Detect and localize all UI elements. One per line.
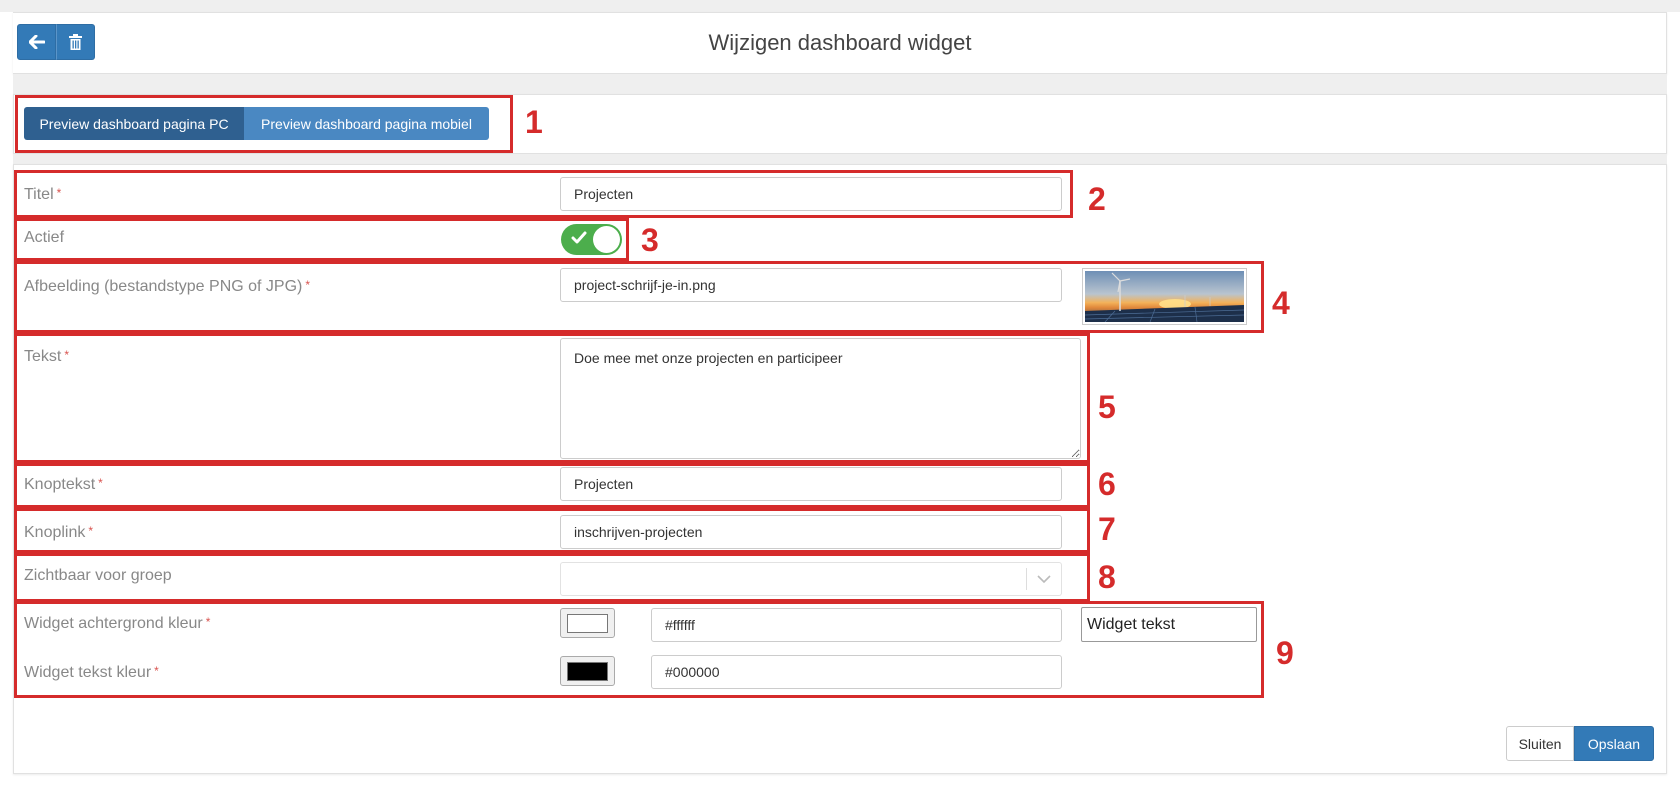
text-color-picker[interactable] (560, 656, 615, 686)
required-marker: * (98, 476, 103, 490)
button-text-input[interactable]: Projecten (560, 467, 1062, 501)
annotation-number-4: 4 (1272, 285, 1290, 321)
page-title: Wijzigen dashboard widget (708, 30, 972, 55)
required-marker: * (154, 664, 159, 678)
required-marker: * (205, 615, 211, 629)
wind-turbine-solar-image (1084, 271, 1245, 323)
visible-group-label: Zichtbaar voor groep (24, 567, 172, 584)
annotation-number-9: 9 (1276, 635, 1294, 671)
bg-color-picker[interactable] (560, 608, 615, 638)
title-label: Titel * (24, 186, 62, 203)
image-input[interactable]: project-schrijf-je-in.png (560, 268, 1062, 302)
text-textarea[interactable] (560, 338, 1081, 459)
required-marker: * (56, 186, 62, 200)
checkmark-icon (571, 231, 587, 244)
button-text-label: Knoptekst * (24, 476, 103, 493)
required-marker: * (305, 278, 311, 292)
annotation-number-3: 3 (641, 222, 659, 258)
annotation-number-6: 6 (1098, 466, 1116, 502)
bg-color-label: Widget achtergrond kleur * (24, 615, 211, 632)
bg-color-input[interactable]: #ffffff (651, 608, 1062, 642)
toggle-knob (593, 226, 620, 253)
annotation-number-5: 5 (1098, 389, 1116, 425)
required-marker: * (88, 524, 94, 538)
active-toggle[interactable] (561, 224, 622, 255)
close-button[interactable]: Sluiten (1506, 726, 1574, 761)
bg-color-swatch (567, 613, 608, 633)
text-label: Tekst * (24, 348, 70, 365)
text-color-input[interactable]: #000000 (651, 655, 1062, 689)
widget-preview: Widget tekst (1081, 607, 1257, 642)
annotation-number-1: 1 (525, 104, 543, 140)
annotation-number-7: 7 (1098, 511, 1116, 547)
active-label: Actief (24, 229, 65, 246)
button-link-label: Knoplink * (24, 524, 94, 541)
image-label: Afbeelding (bestandstype PNG of JPG) * (24, 278, 311, 295)
tab-preview-pc[interactable]: Preview dashboard pagina PC (24, 107, 244, 140)
chevron-down-icon[interactable] (1027, 569, 1061, 589)
required-marker: * (64, 348, 70, 362)
title-input[interactable]: Projecten (560, 177, 1062, 211)
annotation-number-8: 8 (1098, 559, 1116, 595)
visible-group-select[interactable] (560, 562, 1062, 596)
annotation-number-2: 2 (1088, 181, 1106, 217)
save-button[interactable]: Opslaan (1574, 726, 1654, 761)
tab-preview-mobile[interactable]: Preview dashboard pagina mobiel (244, 107, 489, 140)
image-thumbnail[interactable] (1082, 268, 1247, 325)
text-color-label: Widget tekst kleur * (24, 664, 159, 681)
text-color-swatch (567, 661, 608, 681)
button-link-input[interactable]: inschrijven-projecten (560, 515, 1062, 549)
